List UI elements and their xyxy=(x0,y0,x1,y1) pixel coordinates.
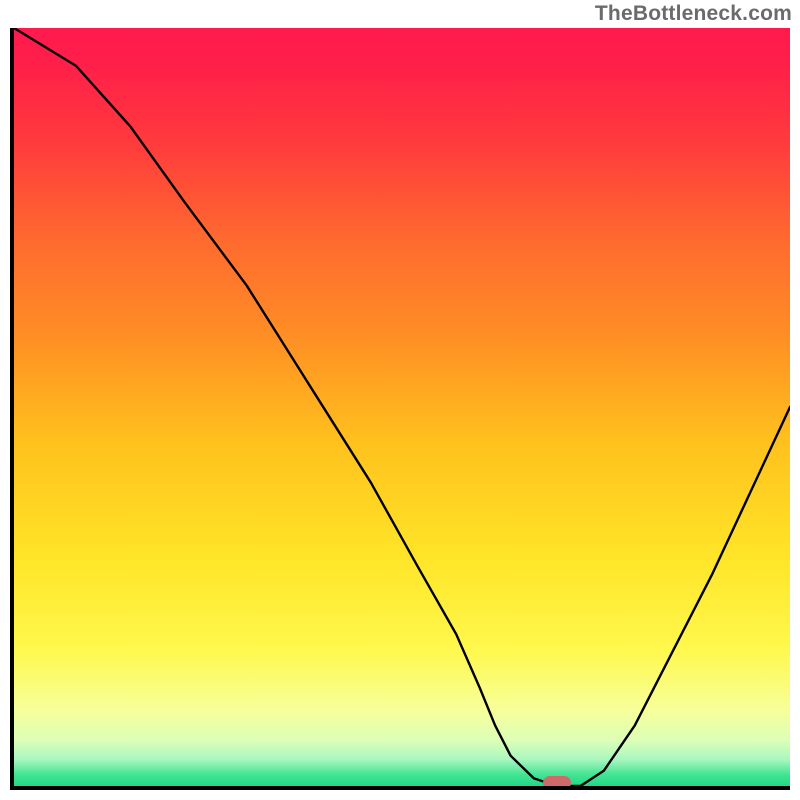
chart-background-gradient xyxy=(14,28,790,786)
watermark-text: TheBottleneck.com xyxy=(595,2,792,26)
plot-inner xyxy=(14,28,790,786)
plot-area xyxy=(10,28,790,790)
chart-svg xyxy=(14,28,790,786)
chart-container: TheBottleneck.com xyxy=(0,0,800,800)
optimal-point-marker xyxy=(543,776,571,786)
